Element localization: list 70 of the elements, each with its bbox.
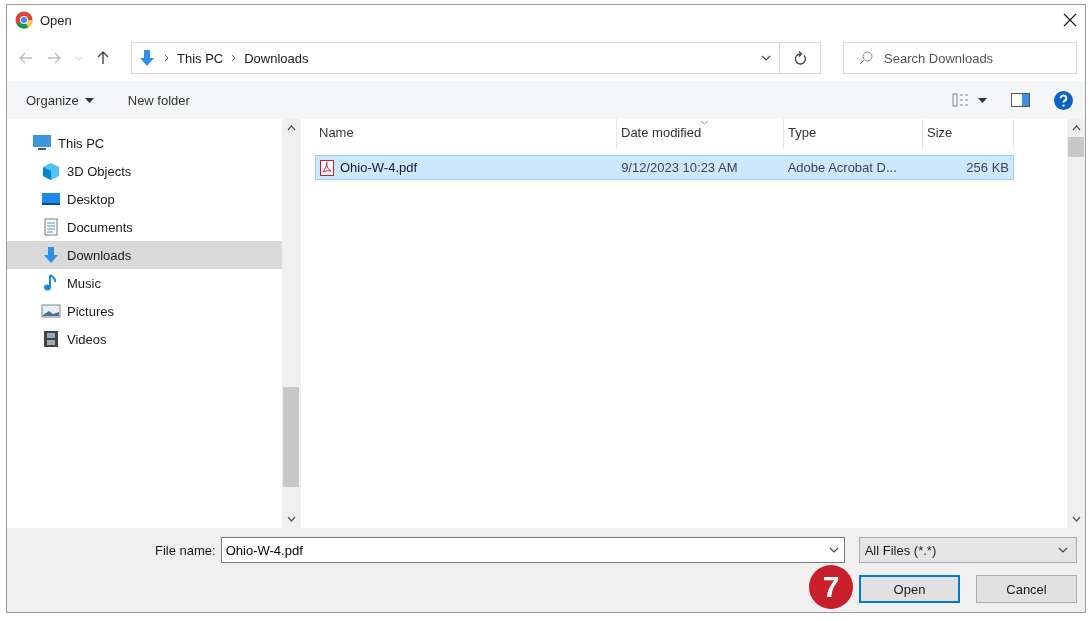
caret-icon (84, 97, 94, 103)
table-cell-text: Adobe Acrobat D... (786, 160, 898, 175)
sidebar-item[interactable]: Pictures (7, 297, 282, 325)
picture-icon (41, 302, 61, 320)
sidebar-item[interactable]: Documents (7, 213, 282, 241)
file-name: Ohio-W-4.pdf (340, 160, 418, 175)
file-row[interactable]: Ohio-W-4.pdf 9/12/2023 10:23 AM Adobe Acrobat D... 256 KB (315, 155, 1014, 180)
breadcrumb-item[interactable]: Downloads (244, 50, 309, 66)
film-icon (41, 330, 61, 348)
close-icon[interactable] (1063, 13, 1077, 27)
up-arrow-icon[interactable] (97, 51, 109, 65)
browser-logo-icon (15, 11, 33, 29)
cube-icon (41, 162, 61, 180)
sort-caret-icon (700, 120, 709, 125)
sidebar-item[interactable]: This PC (7, 129, 282, 157)
scroll-up-icon[interactable] (286, 125, 296, 131)
search-icon (859, 51, 873, 65)
sidebar-label: Videos (67, 331, 107, 347)
address-bar[interactable]: This PC Downloads (131, 42, 821, 74)
file-name-label: File name: (155, 542, 216, 558)
window-title: Open (40, 12, 72, 28)
scroll-down-icon[interactable] (1071, 516, 1081, 522)
dropdown-caret-icon (1057, 547, 1068, 553)
column-header[interactable]: Name (315, 119, 617, 149)
sidebar-label: Downloads (67, 247, 132, 263)
sidebar-item[interactable]: Desktop (7, 185, 282, 213)
dialog-button[interactable]: Open (859, 575, 960, 603)
table-cell-text: 9/12/2023 10:23 AM (620, 160, 739, 175)
computer-icon (32, 134, 52, 152)
download-arrow-icon (138, 49, 156, 67)
caret-icon[interactable] (978, 97, 987, 103)
scrollbar[interactable] (1067, 119, 1085, 528)
sidebar-label: Pictures (67, 303, 114, 319)
breadcrumb-item[interactable]: This PC (177, 50, 224, 66)
refresh-icon[interactable] (793, 51, 807, 65)
help-icon[interactable] (1054, 90, 1073, 110)
scrollbar-thumb[interactable] (1068, 137, 1084, 157)
scrollbar-thumb[interactable] (283, 387, 299, 487)
table-cell-text: 256 KB (965, 160, 1010, 175)
step-number-badge: 7 (809, 565, 853, 609)
search-field[interactable]: Search Downloads (843, 42, 1077, 74)
download-arrow-icon (41, 246, 61, 264)
organize-menu[interactable]: Organize (26, 92, 94, 108)
desktop-icon (41, 190, 61, 208)
preview-pane-icon[interactable] (1011, 93, 1030, 107)
sidebar-item[interactable]: Downloads (7, 241, 282, 269)
column-header[interactable]: Size (923, 119, 1014, 149)
pdf-file-icon (320, 159, 334, 176)
sidebar-label: Music (67, 275, 101, 291)
sidebar-item[interactable]: 3D Objects (7, 157, 282, 185)
scrollbar[interactable] (282, 119, 300, 528)
sidebar-label: This PC (58, 135, 105, 151)
sidebar-label: Documents (67, 219, 133, 235)
sidebar-label: Desktop (67, 191, 115, 207)
new-folder-button[interactable]: New folder (127, 92, 190, 108)
column-header[interactable]: Date modified (617, 119, 784, 149)
chevron-right-icon (231, 54, 237, 62)
sidebar-item[interactable]: Videos (7, 325, 282, 353)
file-name-field[interactable]: Ohio-W-4.pdf (220, 537, 845, 563)
sidebar-item[interactable]: Music (7, 269, 282, 297)
scroll-down-icon[interactable] (286, 516, 296, 522)
sidebar-label: 3D Objects (67, 163, 132, 179)
scroll-up-icon[interactable] (1071, 125, 1081, 131)
column-header[interactable]: Type (784, 119, 923, 149)
dropdown-caret-icon (828, 547, 839, 553)
dropdown-caret-icon (761, 55, 771, 61)
dialog-button[interactable]: Cancel (976, 575, 1077, 603)
chevron-right-icon (164, 54, 169, 62)
document-icon (41, 218, 61, 236)
file-type-dropdown[interactable]: All Files (*.*) (858, 537, 1077, 563)
